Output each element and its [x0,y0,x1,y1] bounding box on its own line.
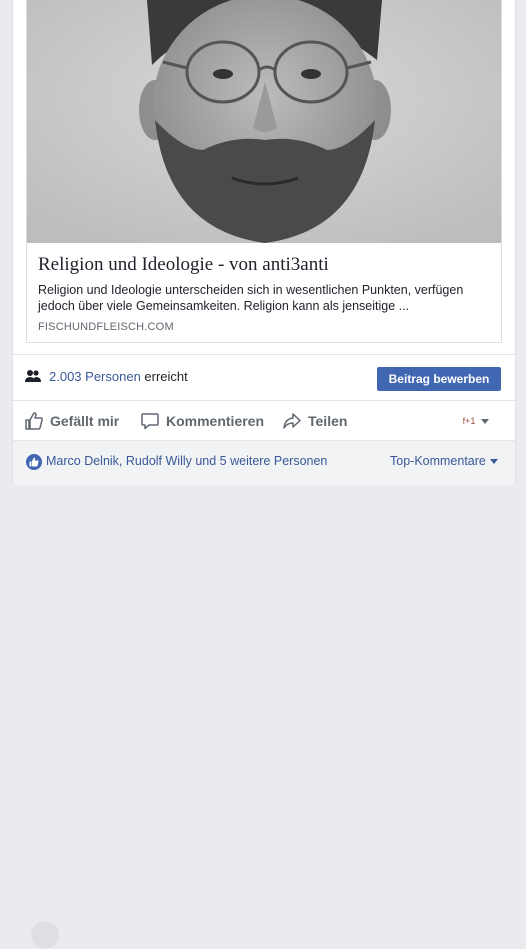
comment-icon [141,413,159,430]
link-preview-image[interactable] [27,0,501,243]
chevron-down-icon [489,458,498,464]
thumbs-up-icon [25,412,43,430]
like-label: Gefällt mir [50,413,120,429]
reach-count-link[interactable]: 2.003 Personen [49,369,141,384]
reactions-row: Marco Delnik, Rudolf Willy und 5 weitere… [13,440,515,949]
post-actions: Gefällt mir Kommentieren Teilen f+1 [13,400,515,441]
reach-row: 2.003 Personen erreicht Beitrag bewerben [13,354,515,401]
people-icon [25,370,41,382]
reactor-identity-select[interactable]: f+1 [461,412,489,430]
avatar [31,921,59,949]
post-card: Religion und Ideologie - von anti3anti R… [12,0,516,949]
reactor-avatar: f+1 [462,416,476,426]
link-preview-description: Religion und Ideologie unterscheiden sic… [38,283,464,313]
portrait-photo [27,0,501,243]
share-label: Teilen [308,413,348,429]
like-button[interactable]: Gefällt mir [25,401,119,441]
link-preview[interactable]: Religion und Ideologie - von anti3anti R… [26,0,502,343]
reactors-link[interactable]: Marco Delnik, Rudolf Willy und 5 weitere… [46,454,327,468]
reach-suffix: erreicht [144,369,188,384]
comment-label: Kommentieren [166,413,265,429]
promote-post-button[interactable]: Beitrag bewerben [377,367,501,391]
share-icon [283,413,301,429]
like-reaction-icon [26,454,42,470]
comment-sort-label: Top-Kommentare [390,454,486,468]
link-preview-title[interactable]: Religion und Ideologie - von anti3anti [38,254,488,276]
link-preview-domain: FISCHUNDFLEISCH.COM [38,321,174,333]
chevron-down-icon [481,418,489,424]
thumbs-up-icon [29,457,39,467]
comment-sort-select[interactable]: Top-Kommentare [390,454,498,468]
reach-text: 2.003 Personen erreicht [49,369,188,384]
share-button[interactable]: Teilen [283,401,347,441]
comment-button[interactable]: Kommentieren [141,401,264,441]
